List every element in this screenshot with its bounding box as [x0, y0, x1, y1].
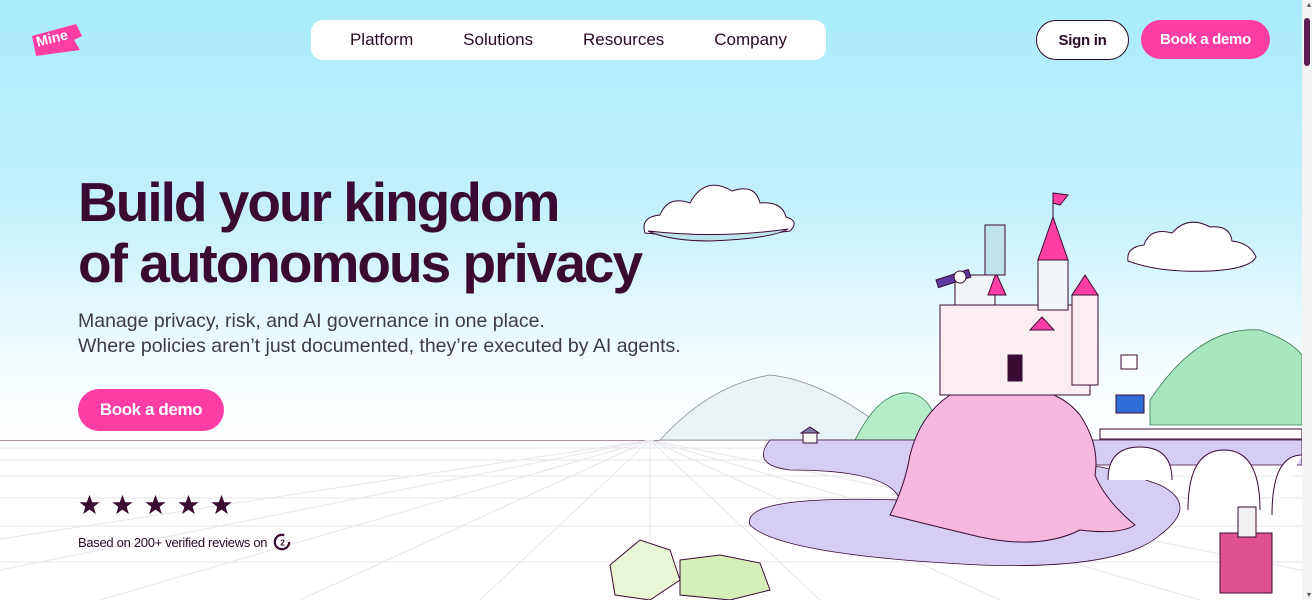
mountain-back	[659, 374, 881, 441]
scroll-down-icon[interactable]: ▾	[1307, 591, 1311, 599]
cloud-right	[1127, 221, 1257, 272]
scroll-thumb[interactable]	[1304, 18, 1310, 66]
nav-solutions[interactable]: Solutions	[463, 30, 533, 50]
star-icon	[112, 494, 133, 515]
reviews-line: Based on 200+ verified reviews on 2	[78, 533, 291, 551]
svg-text:2: 2	[280, 539, 285, 548]
bench-character	[1115, 354, 1145, 414]
nav-resources[interactable]: Resources	[583, 30, 664, 50]
cloud-left	[643, 184, 795, 242]
sign-in-button[interactable]: Sign in	[1036, 20, 1129, 60]
green-rocks	[609, 539, 771, 600]
star-icon	[211, 494, 232, 515]
g2-icon[interactable]: 2	[273, 533, 291, 551]
book-demo-header-button[interactable]: Book a demo	[1141, 20, 1270, 59]
castle	[939, 192, 1099, 396]
hill-right	[1149, 329, 1302, 426]
scrollbar[interactable]: ▴ ▾	[1302, 0, 1312, 600]
book-demo-hero-button[interactable]: Book a demo	[78, 389, 224, 431]
reviews-text: Based on 200+ verified reviews on	[78, 534, 268, 550]
nav-platform[interactable]: Platform	[350, 30, 413, 50]
nav-company[interactable]: Company	[714, 30, 787, 50]
main-nav: Platform Solutions Resources Company	[311, 20, 826, 60]
star-icon	[178, 494, 199, 515]
castle-illustration	[609, 184, 1302, 600]
knight-bottom-right	[1219, 506, 1273, 594]
rating-stars	[78, 494, 233, 516]
star-icon	[79, 494, 100, 515]
star-icon	[145, 494, 166, 515]
scroll-up-icon[interactable]: ▴	[1307, 1, 1311, 9]
